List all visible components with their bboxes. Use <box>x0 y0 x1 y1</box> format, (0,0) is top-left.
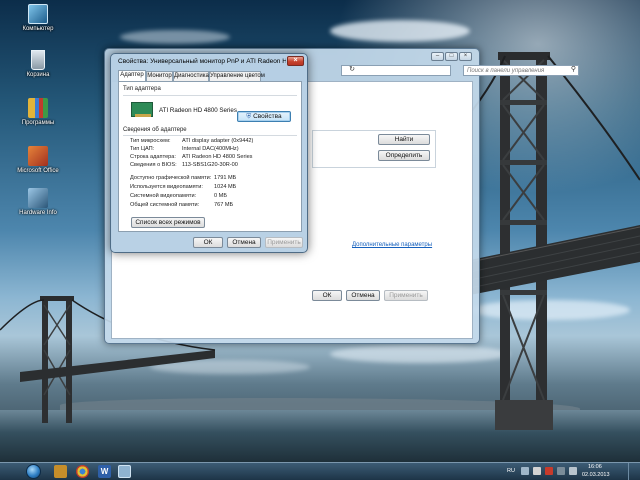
info-key: Тип микросхем: <box>130 138 171 144</box>
info-value: Internal DAC(400MHz) <box>182 146 239 152</box>
memory-key: Используется видеопамяти: <box>130 184 203 190</box>
cancel-button[interactable]: Отмена <box>346 290 380 301</box>
hardware-info-icon <box>28 188 48 208</box>
desktop-icon-programs[interactable]: Программы <box>13 98 63 127</box>
maximize-button[interactable]: □ <box>445 52 458 61</box>
dialog-title: Свойства: Универсальный монитор PnP и AT… <box>118 58 286 65</box>
memory-value: 767 МБ <box>214 202 234 208</box>
memory-key: Общей системной памяти: <box>130 202 200 208</box>
detect-button[interactable]: Определить <box>378 150 430 161</box>
info-key: Тип ЦАП: <box>130 146 155 152</box>
info-value: ATI Radeon HD 4800 Series <box>182 154 253 160</box>
taskbar-chrome-icon[interactable] <box>76 465 89 478</box>
info-value: ATI display adapter (0x9442) <box>182 138 254 144</box>
volume-icon[interactable] <box>569 467 577 475</box>
desktop-icon-computer[interactable]: Компьютер <box>13 4 63 33</box>
apply-button[interactable]: Применить <box>384 290 428 301</box>
tab-color-management[interactable]: Управление цветом <box>209 71 265 81</box>
address-bar[interactable] <box>341 65 451 76</box>
memory-row-shared: Общей системной памяти: 767 МБ <box>130 202 233 208</box>
properties-button[interactable]: ⛨ Свойства <box>237 111 291 122</box>
office-icon <box>28 146 48 166</box>
taskbar-explorer-icon[interactable] <box>54 465 67 478</box>
desktop-icon-hardware-info[interactable]: Hardware Info <box>13 188 63 217</box>
info-row-dac-type: Тип ЦАП: Internal DAC(400MHz) <box>130 146 239 152</box>
start-button[interactable] <box>26 464 41 479</box>
antivirus-icon[interactable] <box>545 467 553 475</box>
search-placeholder: Поиск в панели управления <box>467 68 545 74</box>
desktop-icon-label: Компьютер <box>22 26 54 32</box>
tab-adapter[interactable]: Адаптер <box>118 70 146 81</box>
refresh-icon[interactable]: ↻ <box>347 65 357 76</box>
programs-folder-icon <box>28 98 48 118</box>
info-row-bios: Сведения о BIOS: 113-SBS1G20-30R-00 <box>130 162 238 168</box>
memory-row-dedicated: Используется видеопамяти: 1024 МБ <box>130 184 236 190</box>
info-row-adapter-string: Строка адаптера: ATI Radeon HD 4800 Serie… <box>130 154 252 160</box>
taskbar-control-panel-icon[interactable] <box>118 465 131 478</box>
close-icon[interactable]: × <box>287 56 304 66</box>
memory-value: 1024 МБ <box>214 184 237 190</box>
desktop-icon-label: Hardware Info <box>19 210 57 216</box>
clock-time[interactable]: 16:06 <box>588 464 602 470</box>
show-desktop-button[interactable] <box>628 463 640 480</box>
memory-row-system-video: Системной видеопамяти: 0 МБ <box>130 193 227 199</box>
taskbar: W RU 16:06 02.03.2013 <box>0 462 640 480</box>
desktop-icon-office[interactable]: Microsoft Office <box>13 146 63 175</box>
list-all-modes-button[interactable]: Список всех режимов <box>131 217 205 228</box>
keyboard-icon[interactable] <box>521 467 529 475</box>
memory-row-available: Доступно графической памяти: 1791 МБ <box>130 175 236 181</box>
tab-diagnostics[interactable]: Диагностика <box>173 71 209 81</box>
info-key: Сведения о BIOS: <box>130 162 177 168</box>
graphics-card-icon <box>131 102 153 117</box>
tab-monitor[interactable]: Монитор <box>146 71 173 81</box>
computer-icon <box>28 4 48 24</box>
adapter-tab-panel: Тип адаптера ATI Radeon HD 4800 Series ⛨… <box>118 81 302 232</box>
memory-key: Доступно графической памяти: <box>130 175 212 181</box>
memory-key: Системной видеопамяти: <box>130 193 197 199</box>
properties-dialog: Свойства: Универсальный монитор PnP и AT… <box>110 53 308 253</box>
recycle-bin-icon <box>31 50 45 70</box>
ok-button[interactable]: ОК <box>312 290 342 301</box>
search-icon[interactable]: ⚲ <box>571 66 576 74</box>
desktop-icon-label: Microsoft Office <box>17 168 59 174</box>
minimize-button[interactable]: – <box>431 52 444 61</box>
properties-button-label: Свойства <box>253 113 282 120</box>
adapter-type-header: Тип адаптера <box>123 86 161 92</box>
dialog-apply-button[interactable]: Применить <box>265 237 303 248</box>
clock-date[interactable]: 02.03.2013 <box>582 472 610 478</box>
desktop-icon-recycle-bin[interactable]: Корзина <box>13 50 63 79</box>
desktop-icon-label: Программы <box>21 120 55 126</box>
info-key: Строка адаптера: <box>130 154 176 160</box>
memory-value: 0 МБ <box>214 193 227 199</box>
search-input[interactable]: Поиск в панели управления ⚲ <box>463 65 579 76</box>
divider <box>123 95 297 96</box>
info-value: 113-SBS1G20-30R-00 <box>182 162 238 168</box>
adapter-name: ATI Radeon HD 4800 Series <box>159 107 237 114</box>
taskbar-word-icon[interactable]: W <box>98 465 111 478</box>
shield-icon: ⛨ <box>246 113 252 120</box>
info-row-chip-type: Тип микросхем: ATI display adapter (0x944… <box>130 138 253 144</box>
network-icon[interactable] <box>557 467 565 475</box>
desktop-icon-label: Корзина <box>26 72 50 78</box>
memory-value: 1791 МБ <box>214 175 237 181</box>
adapter-info-header: Сведения об адаптере <box>123 127 187 133</box>
dialog-cancel-button[interactable]: Отмена <box>227 237 261 248</box>
dialog-ok-button[interactable]: ОК <box>193 237 223 248</box>
find-button[interactable]: Найти <box>378 134 430 145</box>
language-indicator[interactable]: RU <box>507 468 515 474</box>
divider <box>123 135 297 136</box>
close-window-button[interactable]: × <box>459 52 472 61</box>
flag-icon[interactable] <box>533 467 541 475</box>
advanced-settings-link[interactable]: Дополнительные параметры <box>352 242 432 248</box>
